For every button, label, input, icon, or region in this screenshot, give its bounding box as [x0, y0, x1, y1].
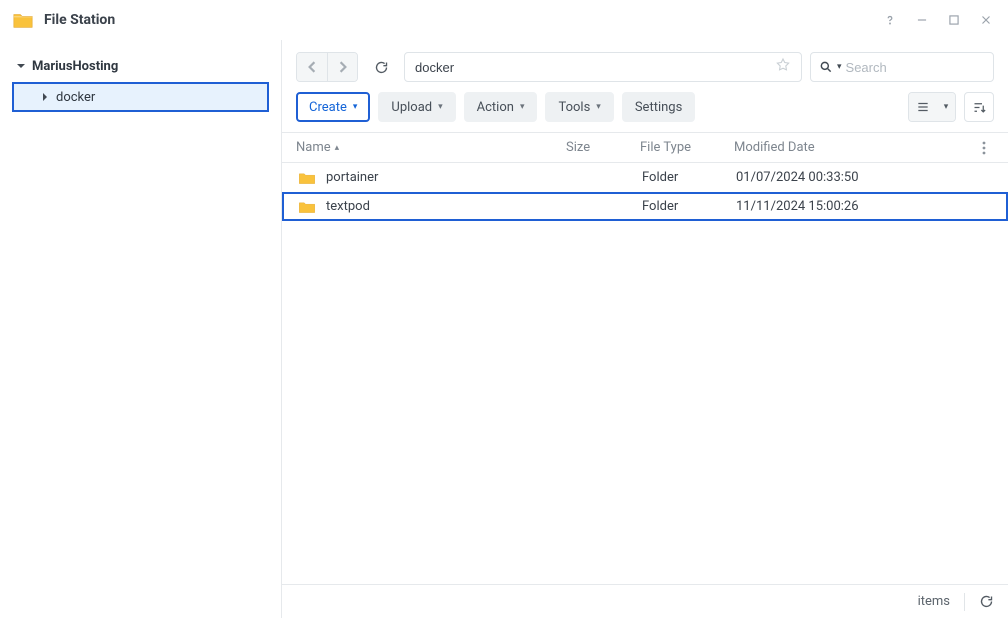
history-nav-group — [296, 52, 358, 82]
titlebar: File Station — [0, 0, 1008, 40]
chevron-down-icon: ▾ — [438, 102, 443, 112]
action-button-label: Action — [477, 100, 514, 115]
upload-button-label: Upload — [391, 100, 432, 115]
tree-root-label: MariusHosting — [32, 59, 118, 74]
table-row[interactable]: textpod Folder11/11/2024 15:00:26 — [282, 192, 1008, 221]
app-icon — [12, 9, 34, 31]
file-table: Name ▴ Size File Type Modified Date port… — [282, 132, 1008, 584]
tree-child-docker[interactable]: docker — [12, 82, 269, 112]
column-header-name[interactable]: Name ▴ — [296, 140, 566, 155]
column-header-modified[interactable]: Modified Date — [734, 140, 974, 155]
refresh-button[interactable] — [366, 52, 396, 82]
chevron-down-icon: ▾ — [520, 102, 525, 112]
file-type: Folder — [642, 199, 736, 214]
column-header-size[interactable]: Size — [566, 140, 640, 155]
action-toolbar: Create ▾ Upload ▾ Action ▾ Tools ▾ Setti… — [282, 88, 1008, 132]
search-icon[interactable] — [819, 60, 833, 74]
sort-button[interactable] — [964, 92, 994, 122]
main-area: MariusHosting docker — [0, 40, 1008, 618]
search-input[interactable] — [846, 60, 1008, 75]
navigation-bar: ▾ — [282, 40, 1008, 88]
upload-button[interactable]: Upload ▾ — [378, 92, 455, 122]
caret-down-icon — [14, 61, 28, 71]
column-options-button[interactable] — [974, 141, 994, 155]
sort-asc-icon: ▴ — [335, 143, 340, 153]
close-button[interactable] — [974, 8, 998, 32]
search-box: ▾ — [810, 52, 994, 82]
sidebar: MariusHosting docker — [0, 40, 282, 618]
file-type: Folder — [642, 170, 736, 185]
file-modified: 01/07/2024 00:33:50 — [736, 170, 992, 185]
settings-button[interactable]: Settings — [622, 92, 695, 122]
action-button[interactable]: Action ▾ — [464, 92, 538, 122]
column-header-size-label: Size — [566, 140, 590, 155]
window-title: File Station — [44, 12, 115, 28]
folder-icon — [298, 200, 316, 214]
tools-button[interactable]: Tools ▾ — [545, 92, 613, 122]
search-dropdown-icon[interactable]: ▾ — [837, 62, 842, 72]
path-field-container — [404, 52, 802, 82]
caret-right-icon — [38, 92, 52, 102]
create-button-label: Create — [309, 100, 347, 115]
path-input[interactable] — [415, 60, 771, 75]
content-pane: ▾ Create ▾ Upload ▾ Action ▾ Tools ▾ — [282, 40, 1008, 618]
file-name: portainer — [326, 170, 378, 185]
footer-refresh-button[interactable] — [979, 594, 994, 609]
items-label: items — [918, 594, 950, 609]
table-header: Name ▴ Size File Type Modified Date — [282, 133, 1008, 163]
help-button[interactable] — [878, 8, 902, 32]
status-bar: items — [282, 584, 1008, 618]
table-row[interactable]: portainer Folder01/07/2024 00:33:50 — [282, 163, 1008, 192]
table-body: portainer Folder01/07/2024 00:33:50 textpo… — [282, 163, 1008, 221]
tree-root-node[interactable]: MariusHosting — [6, 52, 275, 80]
divider — [964, 593, 965, 611]
back-button[interactable] — [297, 53, 327, 81]
column-header-name-label: Name — [296, 140, 331, 155]
folder-icon — [298, 171, 316, 185]
column-header-type[interactable]: File Type — [640, 140, 734, 155]
chevron-down-icon: ▾ — [596, 102, 601, 112]
minimize-button[interactable] — [910, 8, 934, 32]
view-mode-dropdown[interactable]: ▾ — [937, 93, 955, 121]
list-view-button[interactable] — [909, 93, 937, 121]
maximize-button[interactable] — [942, 8, 966, 32]
file-name: textpod — [326, 199, 370, 214]
tree-child-label: docker — [56, 90, 95, 105]
column-header-modified-label: Modified Date — [734, 140, 815, 155]
file-modified: 11/11/2024 15:00:26 — [736, 199, 992, 214]
create-button[interactable]: Create ▾ — [296, 92, 370, 122]
favorite-star-icon[interactable] — [771, 57, 795, 77]
chevron-down-icon: ▾ — [353, 102, 358, 112]
forward-button[interactable] — [327, 53, 357, 81]
tools-button-label: Tools — [558, 100, 590, 115]
folder-tree: MariusHosting docker — [0, 52, 281, 112]
settings-button-label: Settings — [635, 100, 682, 115]
column-header-type-label: File Type — [640, 140, 691, 155]
view-mode-group: ▾ — [908, 92, 956, 122]
